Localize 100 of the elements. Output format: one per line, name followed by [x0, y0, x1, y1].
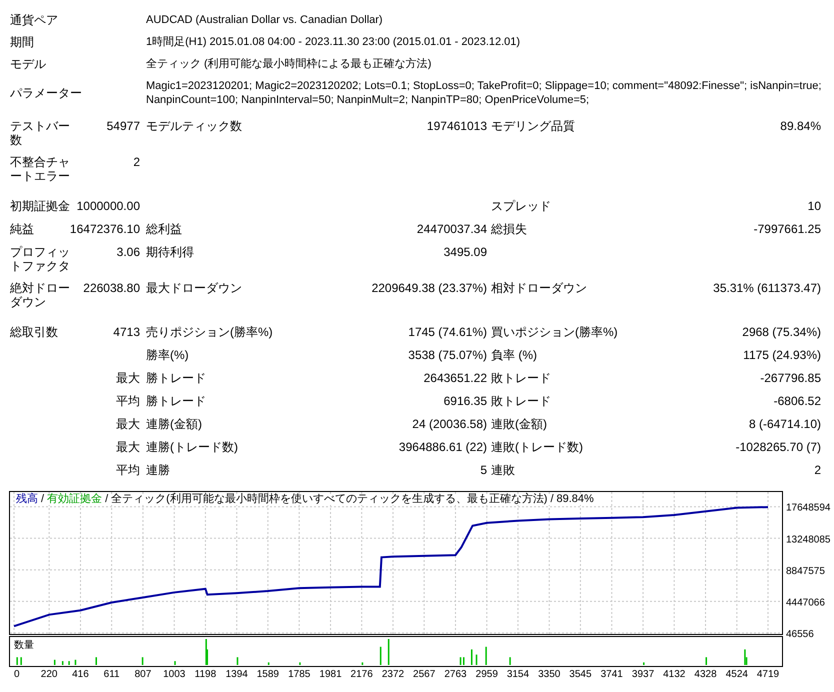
report-value: 1時間足(H1) 2015.01.08 04:00 - 2023.11.30 23:00 (2015.01.01 - 2023.12.01)	[146, 35, 522, 49]
report-value: 平均	[116, 463, 140, 477]
report-value: -7997661.25	[754, 222, 821, 236]
x-axis-label: 2567	[413, 669, 436, 680]
x-axis-label: 4524	[726, 669, 748, 680]
x-axis-label: 1198	[194, 669, 216, 680]
report-label: 連勝	[146, 463, 170, 478]
report-value: -6806.52	[774, 394, 821, 408]
report-value: 2968 (75.34%)	[742, 325, 821, 339]
report-value: 24470037.34	[416, 222, 487, 236]
legend-series-name: 有効証拠金	[47, 494, 102, 505]
report-value: 3538 (75.07%)	[408, 348, 487, 362]
report-label: 総損失	[491, 222, 527, 237]
report-label: テストバー数	[10, 119, 70, 147]
report-value: -267796.85	[760, 371, 821, 385]
report-label: 総取引数	[10, 325, 58, 340]
report-label: 連敗(金額)	[491, 417, 547, 432]
y-axis-label: 46556	[786, 629, 814, 640]
report-label: 総利益	[146, 222, 182, 237]
x-axis-label: 4719	[756, 669, 780, 680]
report-value: 8 (-64714.10)	[748, 417, 821, 431]
report-value: 35.31% (611373.47)	[713, 281, 821, 295]
report-value: 2	[133, 155, 140, 169]
x-axis-label: 1981	[319, 669, 342, 680]
x-axis-label: 4132	[663, 669, 686, 680]
x-axis-label: 220	[40, 669, 58, 680]
x-axis-label: 3350	[538, 669, 560, 680]
report-value: 平均	[116, 394, 140, 408]
report-label: 連勝(トレード数)	[146, 440, 238, 455]
x-axis-label: 2176	[350, 669, 373, 680]
report-value: 10	[808, 199, 821, 213]
x-axis-label: 3154	[506, 669, 530, 680]
report-value: 3.06	[116, 245, 140, 259]
report-label: 勝トレード	[146, 371, 206, 386]
report-value: 2643651.22	[424, 371, 487, 385]
report-value: 5	[480, 463, 487, 477]
report-value: 1000000.00	[76, 199, 140, 213]
x-axis-label: 3741	[600, 669, 623, 680]
report-label: スプレッド	[491, 199, 551, 214]
report-label: 連敗	[491, 463, 515, 478]
report-value: 3964886.61 (22)	[398, 440, 487, 454]
report-label: 絶対ドローダウン	[10, 281, 70, 309]
report-label: 敗トレード	[491, 371, 551, 386]
report-label: モデリング品質	[491, 119, 575, 135]
report-label: 相対ドローダウン	[491, 281, 587, 297]
report-label: モデルティック数	[146, 119, 242, 135]
x-axis-label: 2763	[444, 669, 467, 680]
report-label: 期間	[10, 35, 34, 49]
report-value: 16472376.10	[70, 222, 140, 236]
report-label: 期待利得	[146, 245, 194, 261]
y-axis-label: 4447066	[786, 597, 825, 608]
legend-separator: /	[41, 494, 44, 505]
y-axis-label: 13248085	[786, 534, 830, 546]
report-value: 2	[814, 463, 821, 477]
report-value: 2209649.38 (23.37%)	[372, 281, 487, 295]
legend-separator: /	[105, 494, 108, 505]
report-value: 24 (20036.58)	[412, 417, 487, 431]
report-label: 売りポジション(勝率%)	[146, 325, 273, 340]
report-value: 6916.35	[444, 394, 487, 408]
report-value: 54977	[106, 119, 140, 133]
report-label: パラメーター	[10, 86, 82, 100]
x-axis-label: 0	[14, 669, 20, 680]
report-label: 連勝(金額)	[146, 417, 202, 432]
report-value: Magic1=2023120201; Magic2=2023120202; Lots=0.1; StopLoss=0; TakeProfit=0; Slippage=10; comment="48092:Finesse"; isNanpin=true; NanpinCount=100; NanpinInterval=50; NanpinMult=2; NanpinTP=80; OpenPriceVolume=5;	[146, 79, 822, 107]
report-label: 勝トレード	[146, 394, 206, 409]
x-axis-label: 2959	[476, 669, 498, 680]
report-label: 通貨ペア	[10, 13, 58, 27]
report-value: 89.84%	[780, 119, 821, 133]
report-value: 1745 (74.61%)	[408, 325, 487, 339]
report-label: プロフィットファクタ	[10, 245, 70, 273]
volume-label: 数量	[14, 640, 34, 651]
legend-text: 89.84%	[556, 494, 594, 505]
report-value: 1175 (24.93%)	[743, 348, 821, 362]
report-value: 226038.80	[83, 281, 140, 295]
x-axis-label: 1394	[226, 669, 248, 680]
legend-text: 全ティック(利用可能な最小時間枠を使いすべてのティックを生成する、最も正確な方法)	[111, 494, 548, 505]
x-axis-label: 2372	[382, 669, 404, 680]
x-axis-label: 1785	[288, 669, 310, 680]
report-value: 最大	[116, 371, 140, 385]
report-label: 初期証拠金	[10, 199, 70, 214]
report-label: 買いポジション(勝率%)	[491, 325, 618, 340]
report-value: 4713	[113, 325, 140, 339]
y-axis-label: 8847575	[786, 566, 825, 577]
x-axis-label: 1003	[163, 669, 186, 680]
x-axis-label: 1589	[256, 669, 280, 680]
report-value: 全ティック (利用可能な最小時間枠による最も正確な方法)	[146, 57, 432, 71]
x-axis-label: 3937	[632, 669, 654, 680]
legend-series-name: 残高	[16, 494, 38, 505]
legend-separator: /	[550, 494, 554, 505]
report-value: 197461013	[426, 119, 487, 133]
report-label: 不整合チャートエラー	[10, 155, 70, 183]
report-label: 負率 (%)	[491, 348, 537, 363]
x-axis-label: 3545	[569, 669, 592, 680]
report-value: 最大	[116, 440, 140, 454]
report-label: 連敗(トレード数)	[491, 440, 583, 455]
x-axis-label: 4328	[694, 669, 717, 680]
x-axis-label: 807	[134, 669, 152, 680]
report-label: 敗トレード	[491, 394, 551, 409]
x-axis-label: 416	[72, 669, 89, 680]
y-axis-label: 17648594	[786, 502, 830, 514]
